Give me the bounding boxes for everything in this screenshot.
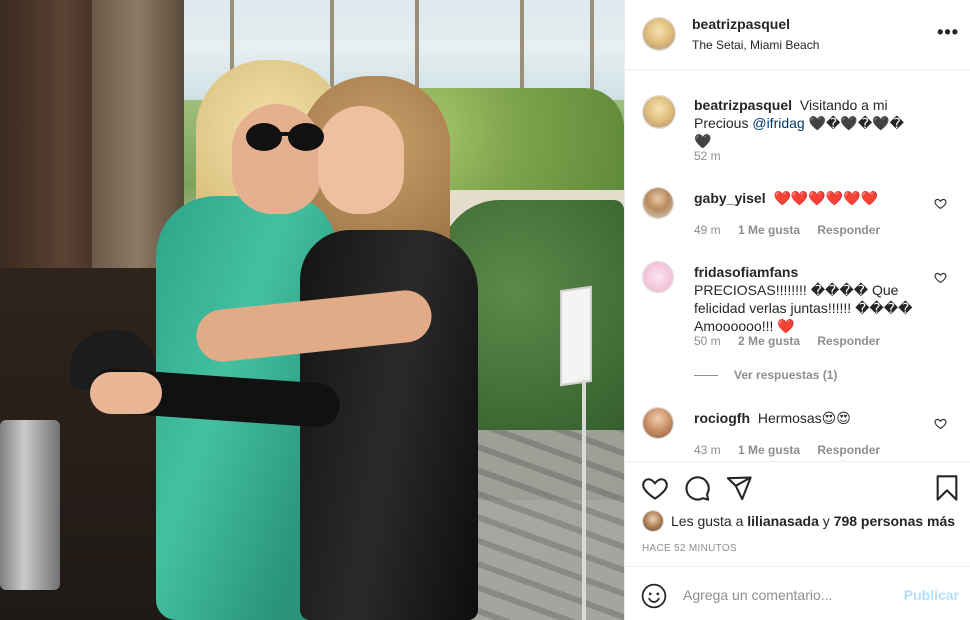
photo-face (318, 106, 404, 214)
post-actions (625, 461, 970, 511)
photo-signpole (582, 380, 586, 620)
post-side-panel: beatrizpasquel The Setai, Miami Beach ••… (624, 0, 970, 620)
photo-palm (330, 0, 334, 90)
reply-button[interactable]: Responder (817, 334, 880, 348)
comment-text: PRECIOSAS!!!!!!!! ���� Que felicidad ver… (694, 282, 913, 334)
photo-hand (90, 372, 162, 414)
like-comment-heart-icon[interactable] (934, 197, 947, 210)
like-comment-heart-icon[interactable] (934, 271, 947, 284)
comment-meta: 50 m 2 Me gusta Responder (694, 334, 894, 348)
more-horizontal-icon[interactable]: ••• (937, 23, 959, 41)
reply-button[interactable]: Responder (817, 223, 880, 237)
comment-text: ❤️❤️❤️❤️❤️❤️ (773, 190, 879, 206)
bookmark-icon[interactable] (933, 474, 961, 502)
like-comment-heart-icon[interactable] (934, 417, 947, 430)
add-comment-input[interactable] (683, 584, 893, 606)
add-comment-bar: Publicar (625, 566, 970, 620)
caption-mention[interactable]: @ifridag (752, 115, 804, 131)
comment-likes[interactable]: 1 Me gusta (738, 223, 800, 237)
comment-time[interactable]: 49 m (694, 223, 721, 237)
emoji-icon[interactable] (641, 583, 667, 609)
photo-sign (560, 285, 592, 387)
comment-username[interactable]: rociogfh (694, 410, 750, 426)
caption-time[interactable]: 52 m (694, 149, 721, 163)
view-replies-label: Ver respuestas (1) (734, 368, 838, 382)
comment-text: Hermosas😍😍 (757, 410, 851, 426)
like-heart-icon[interactable] (641, 474, 669, 502)
photo-palm (520, 0, 524, 90)
comment-likes[interactable]: 2 Me gusta (738, 334, 800, 348)
likes-joiner: y (822, 513, 830, 529)
comment-username[interactable]: gaby_yisel (694, 190, 766, 206)
comment-avatar[interactable] (642, 407, 674, 439)
photo-palm (415, 0, 419, 90)
comment-time[interactable]: 50 m (694, 334, 721, 348)
comment-bubble-icon[interactable] (683, 474, 711, 502)
share-send-icon[interactable] (725, 474, 753, 502)
publish-button[interactable]: Publicar (904, 587, 959, 603)
comment-username[interactable]: fridasofiamfans (694, 264, 798, 280)
view-replies-button[interactable]: Ver respuestas (1) (694, 368, 837, 382)
post-location[interactable]: The Setai, Miami Beach (692, 38, 819, 52)
comment-avatar[interactable] (642, 261, 674, 293)
comments-list[interactable]: beatrizpasquel Visitando a mi Precious @… (625, 71, 970, 461)
post-header: beatrizpasquel The Setai, Miami Beach ••… (625, 0, 970, 70)
likes-count[interactable]: 798 personas más (834, 513, 955, 529)
comment-likes[interactable]: 1 Me gusta (738, 443, 800, 457)
photo-palm (590, 0, 594, 90)
replies-divider (694, 375, 718, 377)
caption-meta: 52 m (694, 149, 735, 163)
comment-meta: 49 m 1 Me gusta Responder (694, 223, 894, 237)
comment-meta: 43 m 1 Me gusta Responder (694, 443, 894, 457)
caption-avatar[interactable] (642, 95, 676, 129)
comment-avatar[interactable] (642, 187, 674, 219)
post-photo[interactable] (0, 0, 624, 620)
photo-sunglasses (246, 123, 324, 151)
reply-button[interactable]: Responder (817, 443, 880, 457)
author-username[interactable]: beatrizpasquel (692, 16, 790, 32)
photo-bucket (0, 420, 60, 590)
likes-prefix: Les gusta a (671, 513, 744, 529)
liker-username[interactable]: lilianasada (747, 513, 819, 529)
liker-avatar[interactable] (642, 510, 664, 532)
author-avatar[interactable] (642, 17, 676, 51)
comment-time[interactable]: 43 m (694, 443, 721, 457)
post-timestamp[interactable]: HACE 52 MINUTOS (642, 543, 737, 554)
caption-username[interactable]: beatrizpasquel (694, 97, 792, 113)
